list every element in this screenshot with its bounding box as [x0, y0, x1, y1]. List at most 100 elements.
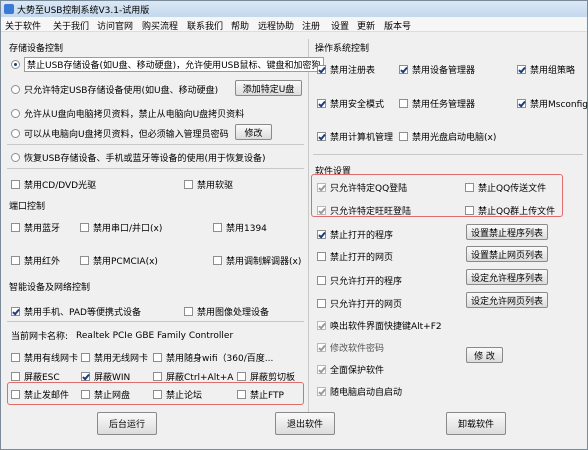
checkbox-autostart-box — [317, 387, 326, 396]
checkbox-modem[interactable]: 禁用调制解调器(x) — [213, 254, 301, 267]
checkbox-allow-programs[interactable]: 只允许打开的程序 — [317, 274, 402, 287]
uninstall-button[interactable]: 卸载软件 — [446, 412, 506, 435]
menu-about-us[interactable]: 关于我们 — [53, 19, 89, 32]
menu-version[interactable]: 版本号 — [384, 19, 411, 32]
separator — [313, 154, 583, 155]
menu-purchase[interactable]: 购买流程 — [142, 19, 178, 32]
checkbox-infrared[interactable]: 禁用红外 — [11, 254, 60, 267]
set-allow-webpages-button[interactable]: 设定允许网页列表 — [466, 292, 548, 308]
storage-title: 存储设备控制 — [9, 44, 64, 54]
checkbox-disable-computer-management[interactable]: 禁用计算机管理 — [317, 130, 393, 143]
modify-software-password-button[interactable]: 修 改 — [466, 347, 503, 363]
checkbox-infrared-box — [11, 256, 20, 265]
checkbox-disable-msconfig[interactable]: 禁用Msconfig — [517, 97, 588, 110]
radio-restore-devices-indicator — [11, 153, 20, 162]
smart-title: 智能设备及网络控制 — [9, 283, 91, 293]
checkbox-disable-registry-box — [317, 65, 326, 74]
menu-settings[interactable]: 设置 — [331, 19, 349, 32]
checkbox-disable-floppy[interactable]: 禁用软驱 — [184, 178, 233, 191]
checkbox-portable-wifi[interactable]: 禁用随身wifi（360/百度... — [153, 351, 273, 364]
checkbox-block-netdisk-box — [81, 390, 90, 399]
checkbox-autostart[interactable]: 随电脑启动自启动 — [317, 385, 402, 398]
checkbox-change-password-box — [317, 343, 326, 352]
checkbox-disable-task-manager-box — [399, 99, 408, 108]
add-udisk-button[interactable]: 添加特定U盘 — [235, 80, 302, 96]
checkbox-block-ftp[interactable]: 禁止FTP — [237, 388, 284, 401]
checkbox-wired-nic-box — [11, 353, 20, 362]
checkbox-disable-device-manager-box — [399, 65, 408, 74]
checkbox-specific-qq[interactable]: 只允许特定QQ登陆 — [317, 181, 407, 194]
set-block-webpages-button[interactable]: 设置禁止网页列表 — [466, 246, 548, 262]
checkbox-bluetooth-box — [11, 223, 20, 232]
checkbox-disable-msconfig-box — [517, 99, 526, 108]
main-window: 大势至USB控制系统V3.1-试用版 关于软件 关于我们 访问官网 购买流程 联… — [0, 0, 588, 450]
radio-allow-specific[interactable]: 只允许特定USB存储设备使用(如U盘、移动硬盘) — [11, 83, 218, 96]
radio-block-usb[interactable]: 禁止USB存储设备(如U盘、移动硬盘)，允许使用USB鼠标、键盘和加密狗 — [11, 57, 324, 72]
divider — [308, 39, 309, 435]
checkbox-disable-registry[interactable]: 禁用注册表 — [317, 63, 375, 76]
menu-contact[interactable]: 联系我们 — [187, 19, 223, 32]
checkbox-bluetooth[interactable]: 禁用蓝牙 — [11, 221, 60, 234]
set-block-programs-button[interactable]: 设置禁止程序列表 — [466, 224, 548, 240]
background-run-button[interactable]: 后台运行 — [97, 412, 157, 435]
checkbox-allow-webpages[interactable]: 只允许打开的网页 — [317, 297, 402, 310]
checkbox-imaging-devices[interactable]: 禁用图像处理设备 — [184, 305, 269, 318]
radio-copy-with-password-indicator — [11, 129, 20, 138]
os-title: 操作系统控制 — [315, 44, 370, 54]
checkbox-block-programs[interactable]: 禁止打开的程序 — [317, 228, 393, 241]
checkbox-block-webpages[interactable]: 禁止打开的网页 — [317, 250, 393, 263]
checkbox-disable-group-policy[interactable]: 禁用组策略 — [517, 63, 575, 76]
radio-copy-to-pc[interactable]: 允许从U盘向电脑拷贝资料，禁止从电脑向U盘拷贝资料 — [11, 107, 244, 120]
checkbox-block-netdisk[interactable]: 禁止网盘 — [81, 388, 130, 401]
exit-button[interactable]: 退出软件 — [275, 412, 335, 435]
checkbox-full-protection[interactable]: 全面保护软件 — [317, 363, 384, 376]
menu-about-software[interactable]: 关于软件 — [5, 19, 41, 32]
radio-block-usb-indicator — [11, 60, 20, 69]
checkbox-block-ftp-box — [237, 390, 246, 399]
nic-name: 当前网卡名称: Realtek PCIe GBE Family Controll… — [11, 330, 234, 343]
menu-remote[interactable]: 远程协助 — [258, 19, 294, 32]
checkbox-mobile-devices[interactable]: 禁用手机、PAD等便携式设备 — [11, 305, 141, 318]
checkbox-1394[interactable]: 禁用1394 — [213, 221, 267, 234]
menu-help[interactable]: 帮助 — [231, 19, 249, 32]
menu-register[interactable]: 注册 — [302, 19, 320, 32]
checkbox-block-qq-group-upload[interactable]: 禁止QQ群上传文件 — [465, 204, 555, 217]
checkbox-block-email-box — [11, 390, 20, 399]
checkbox-disable-task-manager[interactable]: 禁用任务管理器 — [399, 97, 475, 110]
checkbox-wireless-nic[interactable]: 禁用无线网卡 — [81, 351, 148, 364]
checkbox-modem-box — [213, 256, 222, 265]
checkbox-hotkey[interactable]: 唤出软件界面快捷键Alt+F2 — [317, 319, 442, 332]
checkbox-block-esc-box — [11, 372, 20, 381]
modify-password-button[interactable]: 修改 — [235, 124, 272, 140]
checkbox-block-forum-box — [153, 390, 162, 399]
checkbox-block-forum[interactable]: 禁止论坛 — [153, 388, 202, 401]
checkbox-change-password[interactable]: 修改软件密码 — [317, 341, 384, 354]
checkbox-pcmcia-box — [80, 256, 89, 265]
checkbox-disable-cd-boot[interactable]: 禁用光盘启动电脑(x) — [399, 130, 496, 143]
separator — [7, 168, 304, 169]
checkbox-block-qq-file[interactable]: 禁止QQ传送文件 — [465, 181, 546, 194]
separator — [7, 144, 304, 145]
checkbox-wired-nic[interactable]: 禁用有线网卡 — [11, 351, 78, 364]
checkbox-specific-qq-box — [317, 183, 326, 192]
checkbox-specific-wangwang[interactable]: 只允许特定旺旺登陆 — [317, 204, 411, 217]
checkbox-allow-webpages-box — [317, 299, 326, 308]
menu-update[interactable]: 更新 — [357, 19, 375, 32]
checkbox-pcmcia[interactable]: 禁用PCMCIA(x) — [80, 254, 158, 267]
checkbox-block-qq-file-box — [465, 183, 474, 192]
radio-restore-devices[interactable]: 恢复USB存储设备、手机或蓝牙等设备的使用(用于恢复设备) — [11, 151, 266, 164]
checkbox-mobile-devices-box — [11, 307, 20, 316]
checkbox-block-qq-group-upload-box — [465, 206, 474, 215]
checkbox-imaging-devices-box — [184, 307, 193, 316]
menu-official-site[interactable]: 访问官网 — [97, 19, 133, 32]
checkbox-disable-safe-mode[interactable]: 禁用安全模式 — [317, 97, 384, 110]
checkbox-disable-cd[interactable]: 禁用CD/DVD光驱 — [11, 178, 96, 191]
app-icon — [4, 4, 14, 14]
checkbox-block-clipboard-box — [237, 372, 246, 381]
radio-copy-with-password[interactable]: 可以从电脑向U盘拷贝资料，但必须输入管理员密码 — [11, 127, 229, 140]
set-allow-programs-button[interactable]: 设定允许程序列表 — [466, 269, 548, 285]
checkbox-block-email[interactable]: 禁止发邮件 — [11, 388, 69, 401]
checkbox-serial-port[interactable]: 禁用串口/并口(x) — [80, 221, 162, 234]
checkbox-disable-device-manager[interactable]: 禁用设备管理器 — [399, 63, 475, 76]
checkbox-portable-wifi-box — [153, 353, 162, 362]
